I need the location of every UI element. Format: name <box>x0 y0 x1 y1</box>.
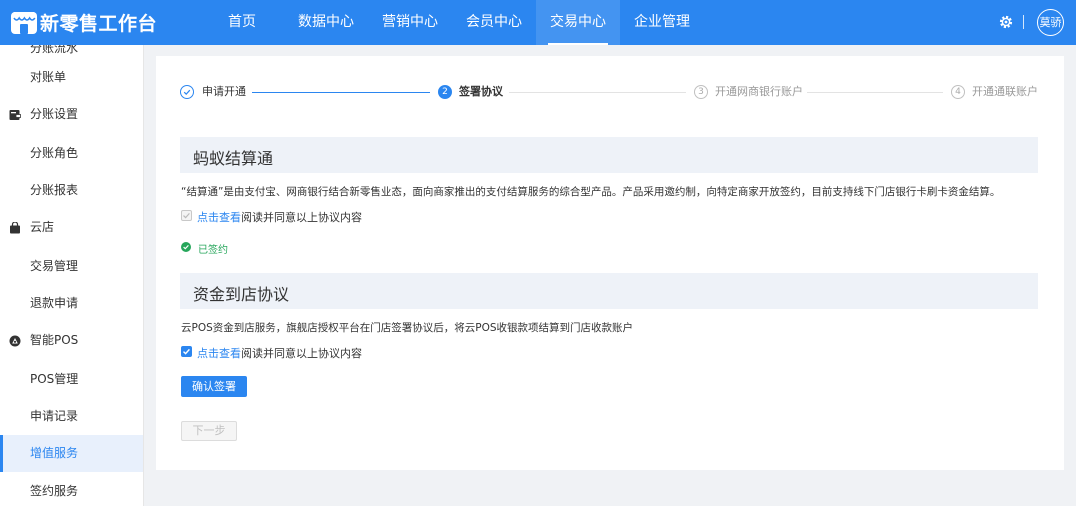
section-description: 云POS资金到店服务，旗舰店授权平台在门店签署协议后，将云POS收银款项结算到门… <box>181 322 634 334</box>
step-2-number: 2 <box>438 85 452 99</box>
nav-enterprise-management[interactable]: 企业管理 <box>620 0 704 45</box>
sidebar-item-trade-management[interactable]: 交易管理 <box>0 248 143 285</box>
sidebar-item-label: POS管理 <box>30 372 79 386</box>
sidebar-item-label: 增值服务 <box>30 446 79 460</box>
next-step-button[interactable]: 下一步 <box>181 421 237 441</box>
agreement-text: 阅读并同意以上协议内容 <box>241 211 362 224</box>
step-1-label: 申请开通 <box>202 85 246 98</box>
sidebar-item-application-records[interactable]: 申请记录 <box>0 398 143 435</box>
step-3-number: 3 <box>694 85 708 99</box>
nav-member-center[interactable]: 会员中心 <box>452 0 536 45</box>
sidebar-group-split-settings[interactable]: 分账设置 <box>0 96 143 133</box>
sidebar-item-split-reports[interactable]: 分账报表 <box>0 172 143 209</box>
agreement-checkbox-disabled <box>181 210 192 221</box>
sidebar-item-label: 对账单 <box>30 70 67 84</box>
view-agreement-link[interactable]: 点击查看 <box>197 345 241 361</box>
main-nav: 首页 数据中心 营销中心 会员中心 交易中心 企业管理 <box>200 0 704 45</box>
step-connector <box>807 92 943 93</box>
main-panel: 申请开通 2 签署协议 3 开通网商银行账户 4 开通通联账户 蚂蚁结算通 “结… <box>156 56 1064 470</box>
step-3-label: 开通网商银行账户 <box>715 85 803 98</box>
sidebar: 分账流水 对账单 分账设置 分账角色 分账报表 云店 交易管理 退款申请 智能P… <box>0 45 144 506</box>
agreement-checkbox[interactable] <box>181 346 192 357</box>
agreement-row: 点击查看 阅读并同意以上协议内容 <box>181 209 481 225</box>
store-logo-icon <box>11 12 37 34</box>
sidebar-item-label: 分账报表 <box>30 183 79 197</box>
step-connector <box>509 92 686 93</box>
nav-trade-center[interactable]: 交易中心 <box>536 0 620 45</box>
sidebar-item-label: 云店 <box>30 220 55 234</box>
step-2-label: 签署协议 <box>459 85 503 98</box>
sidebar-item-label: 退款申请 <box>30 296 79 310</box>
sidebar-group-smart-pos[interactable]: 智能POS <box>0 322 143 359</box>
step-1-check-icon <box>180 85 194 99</box>
check-circle-icon <box>181 242 191 252</box>
top-navigation-bar: 新零售工作台 首页 数据中心 营销中心 会员中心 交易中心 企业管理 莫骄 <box>0 0 1076 45</box>
sidebar-item-split-roles[interactable]: 分账角色 <box>0 135 143 172</box>
pos-icon <box>9 335 21 347</box>
progress-steps: 申请开通 2 签署协议 3 开通网商银行账户 4 开通通联账户 <box>180 85 1040 101</box>
nav-marketing-center[interactable]: 营销中心 <box>368 0 452 45</box>
brand-title: 新零售工作台 <box>40 13 158 35</box>
sidebar-item-label: 智能POS <box>30 333 79 347</box>
sidebar-item-cut[interactable]: 分账流水 <box>30 45 78 56</box>
user-avatar[interactable]: 莫骄 <box>1037 9 1064 36</box>
sidebar-group-cloud-store[interactable]: 云店 <box>0 209 143 246</box>
step-4-number: 4 <box>951 85 965 99</box>
view-agreement-link[interactable]: 点击查看 <box>197 209 241 225</box>
shopping-bag-icon <box>10 222 20 234</box>
confirm-sign-button[interactable]: 确认签署 <box>181 376 247 397</box>
sidebar-item-label: 申请记录 <box>30 409 79 423</box>
signed-text: 已签约 <box>198 245 228 256</box>
sidebar-item-label: 交易管理 <box>30 259 79 273</box>
section-description: “结算通”是由支付宝、网商银行结合新零售业态，面向商家推出的支付结算服务的综合型… <box>181 186 1001 198</box>
sidebar-item-refund-request[interactable]: 退款申请 <box>0 285 143 322</box>
section-funds-to-store: 资金到店协议 <box>180 273 1038 309</box>
agreement-row: 点击查看 阅读并同意以上协议内容 <box>181 345 481 361</box>
step-connector <box>252 92 430 93</box>
section-title: 资金到店协议 <box>193 285 290 304</box>
sidebar-item-label: 分账设置 <box>30 107 79 121</box>
sidebar-item-contract-services[interactable]: 签约服务 <box>0 473 143 506</box>
header-divider <box>1023 15 1024 29</box>
sidebar-item-statement[interactable]: 对账单 <box>0 59 143 96</box>
nav-home[interactable]: 首页 <box>200 0 284 45</box>
sidebar-item-pos-management[interactable]: POS管理 <box>0 361 143 398</box>
sidebar-item-value-added-services[interactable]: 增值服务 <box>0 435 143 472</box>
step-4-label: 开通通联账户 <box>972 85 1038 98</box>
sidebar-item-label: 签约服务 <box>30 484 79 498</box>
agreement-text: 阅读并同意以上协议内容 <box>241 347 362 360</box>
nav-data-center[interactable]: 数据中心 <box>284 0 368 45</box>
section-ant-settlement: 蚂蚁结算通 <box>180 137 1038 173</box>
sidebar-item-label: 分账角色 <box>30 146 79 160</box>
section-title: 蚂蚁结算通 <box>193 149 274 168</box>
wallet-icon <box>9 110 21 120</box>
gear-icon[interactable] <box>998 14 1014 30</box>
